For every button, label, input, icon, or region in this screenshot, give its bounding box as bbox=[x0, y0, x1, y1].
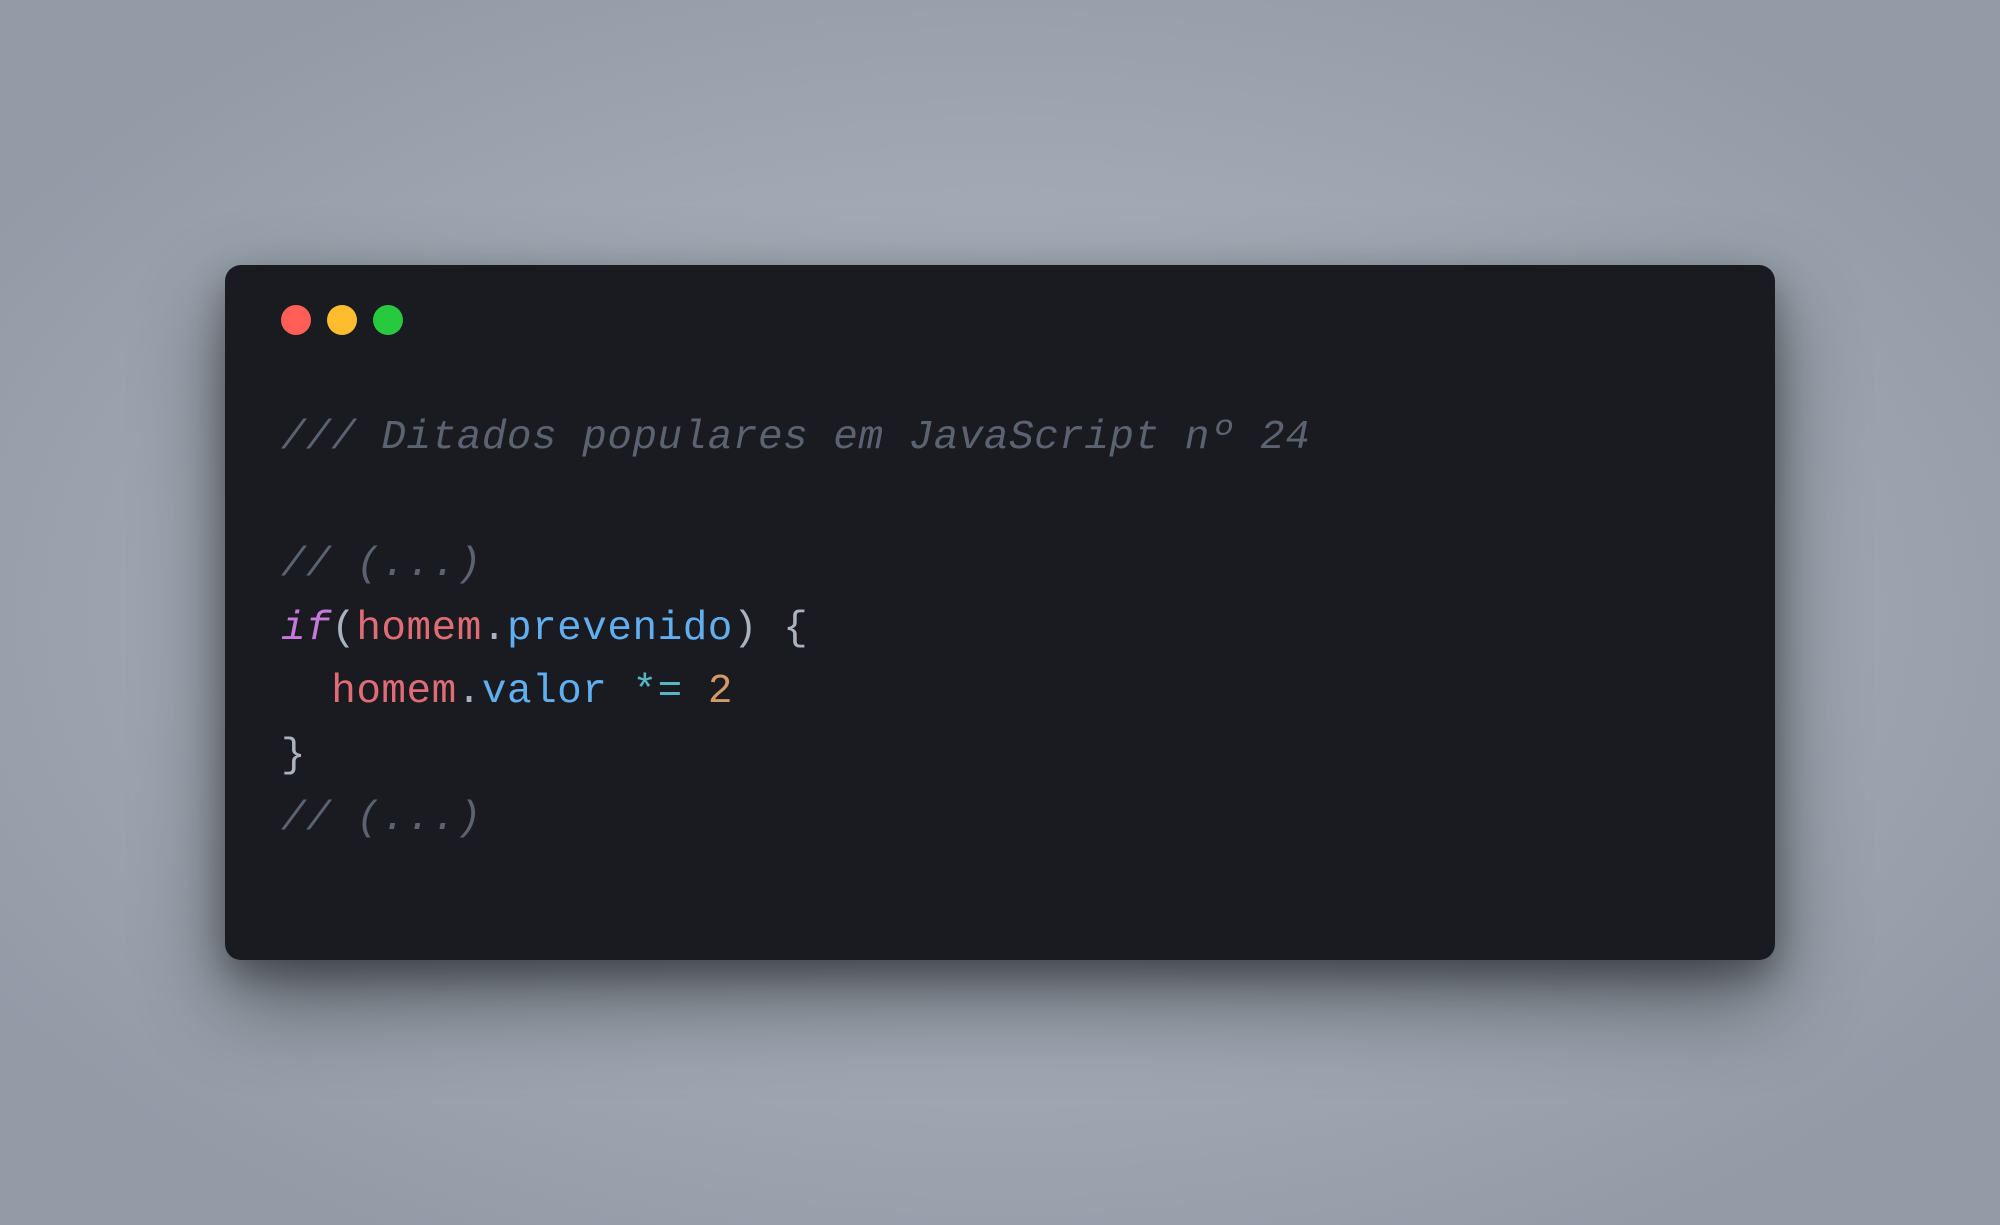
code-indent bbox=[281, 669, 331, 715]
code-identifier-homem2: homem bbox=[331, 669, 457, 715]
code-brace-open: { bbox=[758, 606, 808, 652]
code-window: /// Ditados populares em JavaScript nº 2… bbox=[225, 265, 1775, 960]
code-space2 bbox=[683, 669, 708, 715]
code-identifier-homem: homem bbox=[356, 606, 482, 652]
code-number: 2 bbox=[708, 669, 733, 715]
code-brace-close: } bbox=[281, 733, 306, 779]
code-dot: . bbox=[482, 606, 507, 652]
code-dot2: . bbox=[457, 669, 482, 715]
code-property-valor: valor bbox=[482, 669, 608, 715]
minimize-icon[interactable] bbox=[327, 305, 357, 335]
code-paren-open: ( bbox=[331, 606, 356, 652]
code-keyword-if: if bbox=[281, 606, 331, 652]
code-comment-title: /// Ditados populares em JavaScript nº 2… bbox=[281, 415, 1310, 461]
code-paren-close: ) bbox=[733, 606, 758, 652]
code-operator: *= bbox=[633, 669, 683, 715]
code-property-prevenido: prevenido bbox=[507, 606, 733, 652]
code-space1 bbox=[607, 669, 632, 715]
close-icon[interactable] bbox=[281, 305, 311, 335]
zoom-icon[interactable] bbox=[373, 305, 403, 335]
code-comment-ellipsis-top: // (...) bbox=[281, 542, 482, 588]
code-block: /// Ditados populares em JavaScript nº 2… bbox=[225, 335, 1775, 960]
code-comment-ellipsis-bottom: // (...) bbox=[281, 796, 482, 842]
window-titlebar bbox=[225, 265, 1775, 335]
